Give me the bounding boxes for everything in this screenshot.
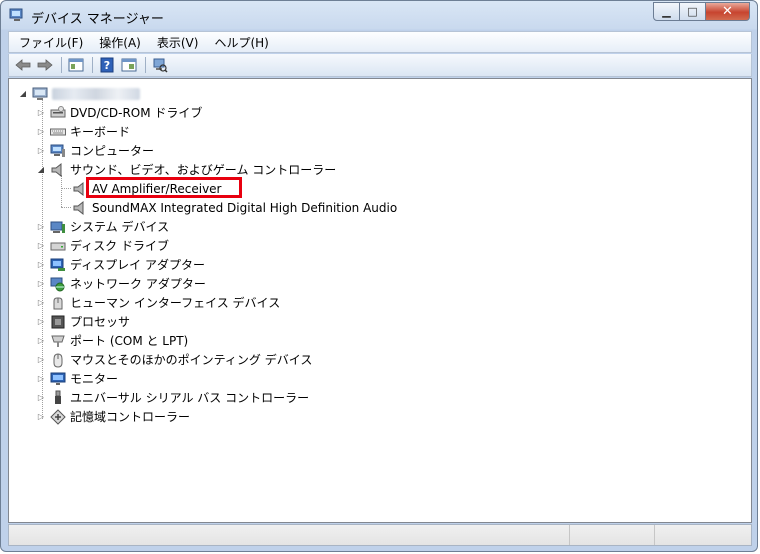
expand-icon[interactable]: ▷ [36, 222, 46, 232]
svg-text:?: ? [104, 59, 110, 72]
monitor-icon [50, 371, 66, 387]
computer-name-redacted [52, 87, 140, 100]
toolbar: ? [8, 54, 752, 77]
properties-view-icon[interactable] [66, 56, 86, 74]
minimize-button[interactable]: ▁ [653, 2, 680, 21]
collapse-icon[interactable]: ◢ [36, 165, 46, 175]
tree-item-mice-pointing-devices[interactable]: ▷ マウスとそのほかのポインティング デバイス [36, 350, 312, 369]
tree-item-label: ヒューマン インターフェイス デバイス [70, 296, 281, 310]
maximize-button[interactable]: □ [680, 2, 706, 21]
expand-icon[interactable]: ▷ [36, 298, 46, 308]
tree-item-storage-controllers[interactable]: ▷ 記憶域コントローラー [36, 407, 190, 426]
tree-item-label: ユニバーサル シリアル バス コントローラー [70, 391, 310, 405]
tree-connector [61, 175, 62, 207]
tree-item-label: 記憶域コントローラー [70, 410, 191, 424]
toolbar-separator [61, 57, 62, 73]
expand-icon[interactable]: ▷ [36, 317, 46, 327]
tree-item-system-devices[interactable]: ▷ システム デバイス [36, 217, 169, 236]
tree-item-human-interface-devices[interactable]: ▷ ヒューマン インターフェイス デバイス [36, 293, 280, 312]
device-manager-app-icon [9, 8, 25, 22]
scan-hardware-icon[interactable] [150, 56, 170, 74]
menu-file[interactable]: ファイル(F) [13, 34, 89, 51]
tree-item-ports[interactable]: ▷ ポート (COM と LPT) [36, 331, 188, 350]
tree-item-label: コンピューター [70, 144, 155, 158]
panel-view-icon[interactable] [119, 56, 139, 74]
keyboard-icon [50, 124, 66, 140]
tree-item-dvd-drive[interactable]: ▷ DVD/CD-ROM ドライブ [36, 103, 202, 122]
close-button[interactable]: ✕ [706, 2, 750, 21]
tree-item-monitors[interactable]: ▷ モニター [36, 369, 118, 388]
tree-connector [61, 188, 71, 189]
expand-icon[interactable]: ▷ [36, 260, 46, 270]
highlight-annotation-box [86, 177, 242, 198]
tree-item-label: マウスとそのほかのポインティング デバイス [70, 353, 313, 367]
disk-drive-icon [50, 238, 66, 254]
tree-item-label: サウンド、ビデオ、およびゲーム コントローラー [70, 163, 337, 177]
speaker-icon [50, 162, 66, 178]
tree-item-keyboard[interactable]: ▷ キーボード [36, 122, 130, 141]
tree-item-label: ポート (COM と LPT) [70, 334, 189, 348]
device-tree-panel[interactable]: ◢ ▷ DVD/CD-ROM ドライブ ▷ キーボード ▷ コンピューター ◢ … [8, 78, 752, 523]
tree-item-usb-controllers[interactable]: ▷ ユニバーサル シリアル バス コントローラー [36, 388, 309, 407]
title-bar[interactable]: デバイス マネージャー ▁ □ ✕ [1, 1, 757, 31]
tree-item-label: プロセッサ [70, 315, 131, 329]
expand-icon[interactable]: ▷ [36, 336, 46, 346]
network-adapter-icon [50, 276, 66, 292]
tree-item-label: モニター [70, 372, 119, 386]
expand-icon[interactable]: ▷ [36, 146, 46, 156]
device-tree: ◢ ▷ DVD/CD-ROM ドライブ ▷ キーボード ▷ コンピューター ◢ … [9, 79, 751, 522]
speaker-icon [72, 200, 88, 216]
toolbar-separator [92, 57, 93, 73]
tree-item-display-adapters[interactable]: ▷ ディスプレイ アダプター [36, 255, 205, 274]
mouse-icon [50, 352, 66, 368]
expand-icon[interactable]: ▷ [36, 393, 46, 403]
tree-item-processors[interactable]: ▷ プロセッサ [36, 312, 130, 331]
window-title: デバイス マネージャー [31, 12, 164, 27]
tree-item-label: ネットワーク アダプター [70, 277, 206, 291]
toolbar-separator [145, 57, 146, 73]
tree-connector [61, 207, 71, 208]
status-bar [8, 524, 752, 546]
tree-item-label: ディスク ドライブ [70, 239, 169, 253]
tree-item-label: ディスプレイ アダプター [70, 258, 205, 272]
tree-item-computer[interactable]: ▷ コンピューター [36, 141, 154, 160]
menu-bar: ファイル(F) 操作(A) 表示(V) ヘルプ(H) [8, 31, 752, 53]
menu-help[interactable]: ヘルプ(H) [208, 34, 274, 51]
help-icon[interactable]: ? [97, 56, 117, 74]
expand-icon[interactable]: ▷ [36, 241, 46, 251]
hid-icon [50, 295, 66, 311]
tree-item-network-adapters[interactable]: ▷ ネットワーク アダプター [36, 274, 206, 293]
display-adapter-icon [50, 257, 66, 273]
processor-icon [50, 314, 66, 330]
port-icon [50, 333, 66, 349]
expand-icon[interactable]: ▷ [36, 355, 46, 365]
storage-controller-icon [50, 408, 66, 425]
back-arrow-icon[interactable] [13, 56, 33, 74]
caption-buttons: ▁ □ ✕ [653, 2, 750, 21]
status-bar-cell [569, 525, 570, 545]
menu-view[interactable]: 表示(V) [151, 34, 205, 51]
tree-item-soundmax-audio[interactable]: SoundMAX Integrated Digital High Definit… [72, 198, 397, 217]
tree-root-computer[interactable]: ◢ [18, 84, 140, 103]
expand-icon[interactable]: ▷ [36, 279, 46, 289]
expand-icon[interactable]: ▷ [36, 374, 46, 384]
tree-item-label: キーボード [70, 125, 131, 139]
collapse-icon[interactable]: ◢ [18, 89, 28, 99]
expand-icon[interactable]: ▷ [36, 127, 46, 137]
device-manager-window: デバイス マネージャー ▁ □ ✕ ファイル(F) 操作(A) 表示(V) ヘル… [0, 0, 758, 552]
expand-icon[interactable]: ▷ [36, 108, 46, 118]
menu-action[interactable]: 操作(A) [93, 34, 147, 51]
system-device-icon [50, 219, 66, 235]
computer-icon [32, 86, 48, 102]
computer-icon [50, 143, 66, 159]
tree-item-label: SoundMAX Integrated Digital High Definit… [92, 200, 398, 215]
dvd-drive-icon [50, 105, 66, 121]
tree-item-disk-drives[interactable]: ▷ ディスク ドライブ [36, 236, 169, 255]
tree-item-label: システム デバイス [70, 220, 170, 234]
status-bar-cell [654, 525, 655, 545]
tree-item-label: DVD/CD-ROM ドライブ [70, 106, 203, 120]
expand-icon[interactable]: ▷ [36, 412, 46, 422]
usb-icon [50, 390, 66, 406]
forward-arrow-icon[interactable] [35, 56, 55, 74]
